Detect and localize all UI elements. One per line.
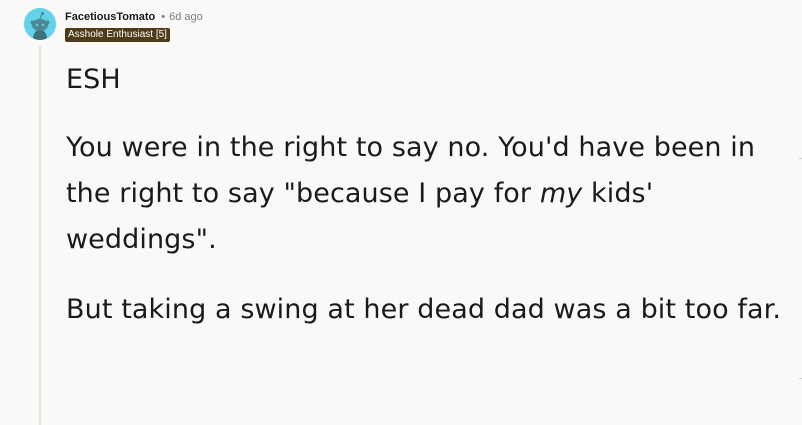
comment-text: ESH (66, 64, 121, 95)
meta-separator: • (161, 11, 166, 23)
comment-header: FacetiousTomato • 6d ago (65, 10, 203, 24)
snoo-avatar-icon (24, 8, 56, 40)
comment: FacetiousTomato • 6d ago Asshole Enthusi… (0, 0, 802, 425)
avatar[interactable] (24, 8, 56, 40)
thread-line[interactable] (39, 46, 41, 425)
comment-paragraph: ESH (66, 57, 786, 103)
comment-emphasis: my (539, 178, 583, 209)
user-flair: Asshole Enthusiast [5] (65, 28, 170, 42)
comment-text: But taking a swing at her dead dad was a… (66, 294, 782, 325)
timestamp[interactable]: 6d ago (169, 10, 203, 24)
username[interactable]: FacetiousTomato (65, 10, 155, 24)
comment-paragraph: But taking a swing at her dead dad was a… (66, 287, 786, 333)
comment-paragraph: You were in the right to say no. You'd h… (66, 125, 786, 263)
comment-body: ESH You were in the right to say no. You… (66, 57, 786, 357)
